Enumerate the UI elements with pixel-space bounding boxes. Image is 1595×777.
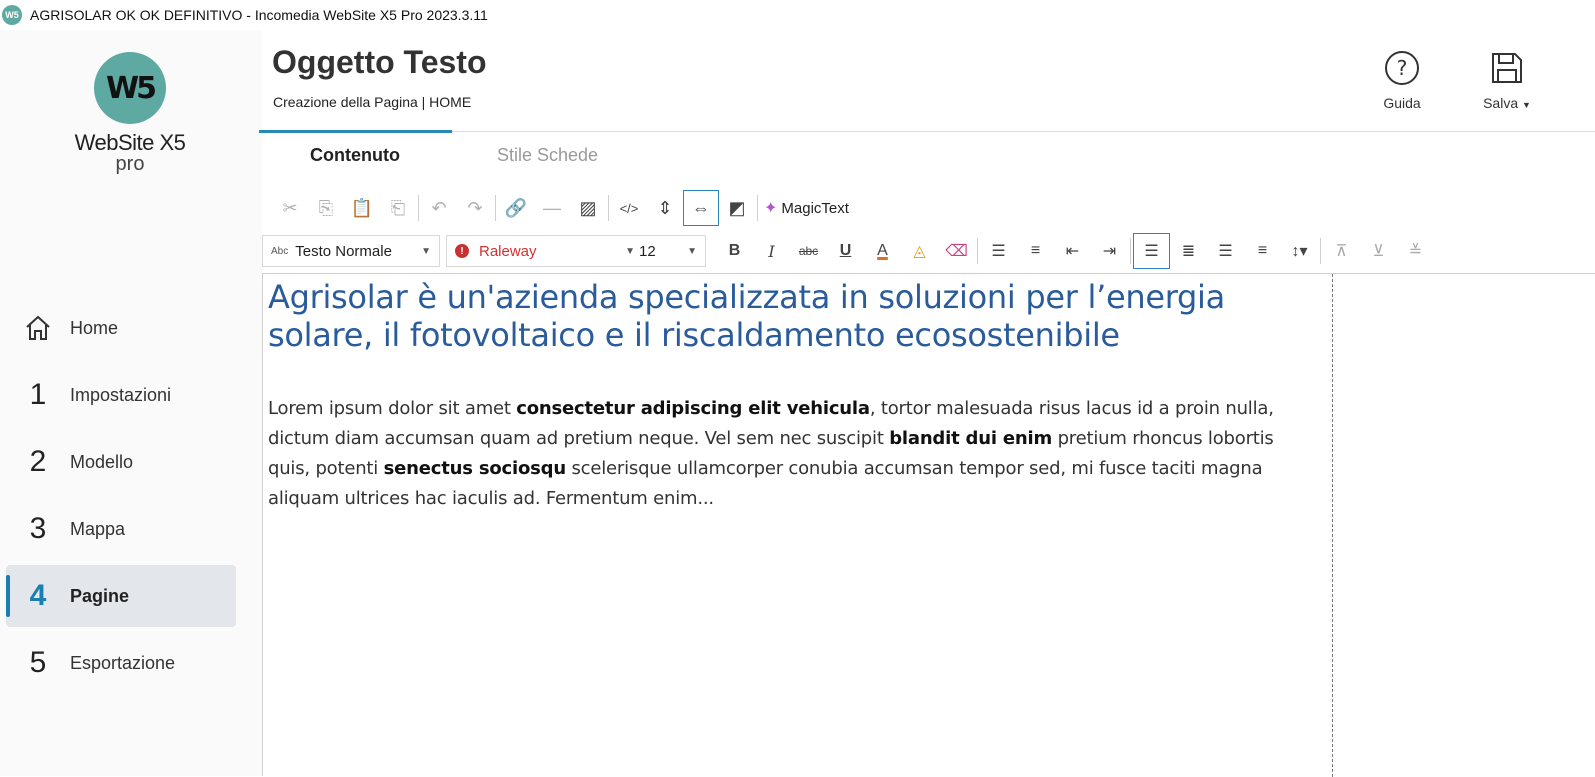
logo-mark: W5 <box>94 52 166 124</box>
horizontal-line-icon[interactable]: — <box>534 190 570 226</box>
edit-toolbar: ✂ ⎘ 📋 ⎗ ↶ ↷ 🔗 — ▨ </> ⇕ ⇔ ◩ ✦ MagicText <box>272 190 849 226</box>
chevron-down-icon: ▼ <box>687 245 697 257</box>
cut-icon[interactable]: ✂ <box>272 190 308 226</box>
clear-format-icon[interactable]: ⌫ <box>938 233 975 269</box>
sidebar-item-modello[interactable]: 2 Modello <box>6 431 236 493</box>
window-title: AGRISOLAR OK OK DEFINITIVO - Incomedia W… <box>30 7 488 23</box>
paste-text-icon[interactable]: ⎗ <box>380 190 416 226</box>
html-code-icon[interactable]: </> <box>611 190 647 226</box>
divider <box>1130 238 1131 264</box>
align-center-icon[interactable]: ≣ <box>1170 233 1207 269</box>
svg-text:?: ? <box>1397 56 1408 80</box>
title-bar: W5 AGRISOLAR OK OK DEFINITIVO - Incomedi… <box>0 0 1595 30</box>
contrast-icon[interactable]: ◩ <box>719 190 755 226</box>
sidebar-item-number: 4 <box>29 579 47 612</box>
chevron-down-icon: ▼ <box>625 245 635 257</box>
sidebar-item-label: Esportazione <box>70 652 176 673</box>
sidebar: W5 WebSite X5 pro Home 1 Impostazioni 2 … <box>0 30 262 776</box>
align-left-icon[interactable]: ☰ <box>1133 233 1170 269</box>
sidebar-item-label: Impostazioni <box>70 384 172 405</box>
active-tab-indicator <box>259 130 452 133</box>
sidebar-item-mappa[interactable]: 3 Mappa <box>6 498 236 560</box>
chevron-down-icon: ▼ <box>1522 100 1531 110</box>
align-justify-icon[interactable]: ≡ <box>1244 233 1281 269</box>
breadcrumb: Creazione della Pagina | HOME <box>273 94 472 110</box>
strikethrough-icon[interactable]: abc <box>790 233 827 269</box>
sidebar-item-pagine[interactable]: 4 Pagine <box>6 565 236 627</box>
bold-icon[interactable]: B <box>716 233 753 269</box>
warning-icon: ! <box>455 244 469 258</box>
help-label: Guida <box>1383 95 1421 111</box>
undo-icon[interactable]: ↶ <box>421 190 457 226</box>
magictext-button[interactable]: ✦ MagicText <box>764 198 849 218</box>
redo-icon[interactable]: ↷ <box>457 190 493 226</box>
magictext-label: MagicText <box>781 199 849 217</box>
save-icon <box>1492 53 1522 83</box>
sidebar-item-home[interactable]: Home <box>6 297 236 359</box>
italic-icon[interactable]: I <box>753 233 790 269</box>
sidebar-item-label: Pagine <box>70 585 130 606</box>
divider <box>1320 238 1321 264</box>
space-both-icon[interactable]: ≚ <box>1397 233 1434 269</box>
font-select[interactable]: ! Raleway ▼ 12 ▼ <box>446 235 706 267</box>
save-button[interactable]: Salva ▼ <box>1472 50 1542 111</box>
paste-icon[interactable]: 📋 <box>344 190 380 226</box>
image-icon[interactable]: ▨ <box>570 190 606 226</box>
font-size-value[interactable]: 12 <box>639 243 656 260</box>
divider <box>757 195 758 221</box>
divider <box>418 195 419 221</box>
fit-height-icon[interactable]: ⇕ <box>647 190 683 226</box>
align-right-icon[interactable]: ☰ <box>1207 233 1244 269</box>
sidebar-item-impostazioni[interactable]: 1 Impostazioni <box>6 364 236 426</box>
format-toolbar: Abc Testo Normale ▼ ! Raleway ▼ 12 ▼ B I… <box>262 233 1434 269</box>
home-icon <box>6 313 70 343</box>
page-width-guide <box>1332 274 1333 777</box>
font-select-value: Raleway <box>479 242 537 260</box>
divider <box>495 195 496 221</box>
logo-edition: pro <box>115 153 145 175</box>
sidebar-item-esportazione[interactable]: 5 Esportazione <box>6 632 236 694</box>
tab-contenuto[interactable]: Contenuto <box>310 145 400 166</box>
save-label: Salva ▼ <box>1483 95 1531 111</box>
line-spacing-icon[interactable]: ↕▾ <box>1281 233 1318 269</box>
space-after-icon[interactable]: ⊻ <box>1360 233 1397 269</box>
outdent-icon[interactable]: ⇤ <box>1054 233 1091 269</box>
help-button[interactable]: ? Guida <box>1367 50 1437 111</box>
tab-stile-schede[interactable]: Stile Schede <box>497 145 598 166</box>
sidebar-item-label: Mappa <box>70 518 126 539</box>
link-icon[interactable]: 🔗 <box>498 190 534 226</box>
bullet-list-icon[interactable]: ☰ <box>980 233 1017 269</box>
text-color-icon[interactable]: A <box>864 233 901 269</box>
text-editor[interactable]: Agrisolar è un'azienda specializzata in … <box>262 273 1595 777</box>
indent-icon[interactable]: ⇥ <box>1091 233 1128 269</box>
main-nav: Home 1 Impostazioni 2 Modello 3 Mappa 4 … <box>6 297 236 699</box>
copy-icon[interactable]: ⎘ <box>308 190 344 226</box>
fit-width-icon[interactable]: ⇔ <box>683 190 719 226</box>
sidebar-item-label: Home <box>70 317 119 338</box>
logo: W5 WebSite X5 pro <box>60 52 200 175</box>
underline-icon[interactable]: U <box>827 233 864 269</box>
app-icon: W5 <box>2 5 22 25</box>
numbered-list-icon[interactable]: ≡ <box>1017 233 1054 269</box>
sidebar-item-number: 1 <box>29 378 47 411</box>
paragraph-style-select[interactable]: Abc Testo Normale ▼ <box>262 235 440 267</box>
sparkle-icon: ✦ <box>764 200 778 217</box>
sidebar-item-number: 5 <box>29 646 47 679</box>
help-icon: ? <box>1385 51 1419 85</box>
divider <box>608 195 609 221</box>
editor-heading[interactable]: Agrisolar è un'azienda specializzata in … <box>268 278 1298 354</box>
sidebar-item-label: Modello <box>70 451 134 472</box>
chevron-down-icon: ▼ <box>421 245 431 257</box>
highlight-color-icon[interactable]: ◬ <box>901 233 938 269</box>
page-title: Oggetto Testo <box>272 44 487 80</box>
editor-body[interactable]: Lorem ipsum dolor sit amet consectetur a… <box>268 394 1308 514</box>
sidebar-item-number: 2 <box>29 445 47 478</box>
sidebar-item-number: 3 <box>29 512 47 545</box>
space-before-icon[interactable]: ⊼ <box>1323 233 1360 269</box>
main-panel: Oggetto Testo Creazione della Pagina | H… <box>259 30 1595 777</box>
tab-bar: Contenuto Stile Schede <box>259 130 1595 169</box>
divider <box>977 238 978 264</box>
style-prefix: Abc <box>271 245 289 257</box>
style-select-value: Testo Normale <box>295 242 392 260</box>
